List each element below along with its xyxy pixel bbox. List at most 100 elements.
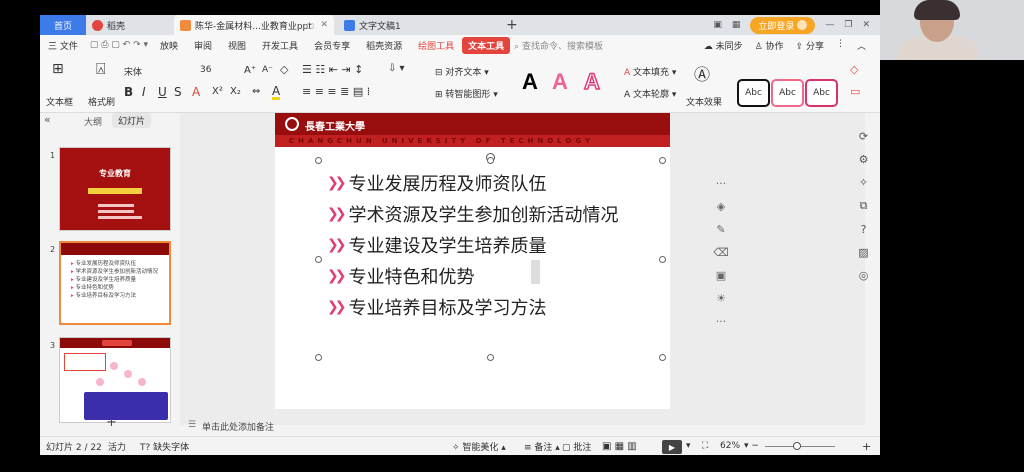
textbox-button[interactable]: 文本框 bbox=[46, 95, 73, 108]
image-icon[interactable]: ▨ bbox=[858, 246, 868, 259]
notes-toggle-button[interactable]: ≡ 备注 ▴ bbox=[524, 440, 560, 453]
settings-sliders-icon[interactable]: ⚙ bbox=[859, 153, 869, 166]
frame-icon[interactable]: ▣ bbox=[716, 269, 726, 282]
bullet-list-icon[interactable]: ☰ ☷ ⇤ ⇥ ↕ bbox=[302, 63, 363, 76]
magic-icon[interactable]: ✧ bbox=[859, 176, 868, 189]
play-options-icon[interactable]: ▾ bbox=[686, 441, 691, 451]
text-outline-button[interactable]: A 文本轮廓 ▾ bbox=[624, 87, 676, 100]
smart-beautify-button[interactable]: ✧ 智能美化 ▴ bbox=[452, 440, 506, 453]
add-slide-button[interactable]: + bbox=[106, 415, 117, 430]
location-icon[interactable]: ◎ bbox=[859, 269, 869, 282]
tab-text-document[interactable]: 文字文稿1 bbox=[338, 15, 498, 35]
menu-developer[interactable]: 开发工具 bbox=[254, 39, 306, 52]
format-painter-icon[interactable]: ⍓ bbox=[96, 59, 106, 79]
menu-slideshow[interactable]: 放映 bbox=[152, 39, 186, 52]
share-button[interactable]: ⇪ 分享 bbox=[796, 39, 824, 52]
tab-docer[interactable]: 稻壳 bbox=[86, 15, 170, 35]
search-command-input[interactable]: ⌕ 查找命令、搜索模板 bbox=[510, 39, 603, 52]
tab-ppt-document[interactable]: 陈华-金属材料...业教育业ppt ▢ ✕ bbox=[174, 15, 334, 35]
pen-icon[interactable]: ✎ bbox=[716, 223, 725, 236]
shape-fill-icon[interactable]: ◇ bbox=[850, 63, 858, 76]
clear-format-icon[interactable]: ◇ bbox=[280, 63, 288, 76]
shape-outline-icon[interactable]: ▭ bbox=[850, 85, 860, 98]
paragraph-align-icons[interactable]: ≡ ≡ ≡ ≣ ▤ ⁞ bbox=[302, 85, 370, 98]
text-style-pink[interactable]: A bbox=[552, 69, 568, 95]
file-menu[interactable]: 三 文件 bbox=[40, 39, 86, 52]
tab-outline[interactable]: 大纲 bbox=[84, 115, 102, 128]
layout-icon[interactable]: ▣ bbox=[713, 20, 722, 30]
text-fill-button[interactable]: A 文本填充 ▾ bbox=[624, 65, 676, 78]
comments-button[interactable]: ▢ 批注 bbox=[562, 440, 591, 453]
collab-button[interactable]: ♙ 协作 bbox=[755, 39, 784, 52]
zoom-in-icon[interactable]: + bbox=[862, 440, 871, 453]
zoom-slider-knob[interactable] bbox=[792, 442, 801, 450]
more-dots-icon[interactable]: ··· bbox=[716, 177, 727, 190]
menu-view[interactable]: 视图 bbox=[220, 39, 254, 52]
lightbulb-icon[interactable]: ☀ bbox=[716, 292, 726, 305]
play-slideshow-button[interactable]: ▶ bbox=[662, 440, 682, 454]
current-slide[interactable]: 長春工業大學 CHANGCHUN UNIVERSITY OF TECHNOLOG… bbox=[275, 113, 670, 409]
highlight-button[interactable]: A bbox=[272, 85, 281, 100]
slide-thumbnail-1[interactable]: 专业教育 bbox=[59, 147, 171, 231]
zoom-level[interactable]: 62% bbox=[720, 441, 740, 451]
layers-icon[interactable]: ◈ bbox=[717, 200, 725, 213]
login-button[interactable]: 立即登录 bbox=[750, 16, 816, 34]
bullet-item[interactable]: ❯❯ 学术资源及学生参加创新活动情况 bbox=[327, 201, 618, 227]
font-grow-button[interactable]: A⁺ bbox=[244, 65, 256, 76]
eraser-icon[interactable]: ⌫ bbox=[713, 246, 729, 259]
menu-text-tool[interactable]: 文本工具 bbox=[462, 36, 511, 54]
more-icon[interactable]: ⋮ bbox=[836, 39, 845, 52]
menu-review[interactable]: 审阅 bbox=[186, 39, 220, 52]
grid-icon[interactable]: ▦ bbox=[732, 20, 741, 30]
menu-drawing-tool[interactable]: 绘图工具 bbox=[410, 39, 462, 52]
copy-icon[interactable]: ⧉ bbox=[860, 199, 868, 213]
property-icon[interactable]: ⟳ bbox=[859, 130, 868, 143]
shape-style-black[interactable]: Abc bbox=[737, 79, 770, 107]
pin-icon[interactable]: ▢ bbox=[306, 21, 314, 30]
new-tab-button[interactable]: + bbox=[506, 17, 518, 33]
shape-style-magenta[interactable]: Abc bbox=[805, 79, 838, 107]
tab-home[interactable]: 首页 bbox=[40, 15, 86, 35]
text-effect-icon[interactable]: Ⓐ bbox=[694, 61, 710, 85]
text-style-outline[interactable]: A bbox=[583, 68, 600, 95]
convert-smartart-button[interactable]: ⊞ 转智能图形 ▾ bbox=[435, 87, 498, 100]
restore-icon[interactable]: ❐ bbox=[844, 20, 852, 30]
strike-button[interactable]: S bbox=[174, 85, 182, 99]
format-painter-button[interactable]: 格式刷 bbox=[88, 95, 115, 108]
font-color-button[interactable]: A bbox=[192, 85, 200, 99]
font-shrink-button[interactable]: A⁻ bbox=[262, 65, 273, 75]
shape-style-pink[interactable]: Abc bbox=[771, 79, 804, 107]
bold-button[interactable]: B bbox=[124, 85, 133, 99]
text-direction-icon[interactable]: ⇩ ▾ bbox=[388, 63, 405, 74]
font-name-select[interactable]: 宋体 bbox=[124, 65, 142, 78]
view-mode-icons[interactable]: ▣ ▦ ▥ bbox=[602, 441, 637, 452]
theme-name[interactable]: 活力 bbox=[108, 440, 126, 453]
menu-member[interactable]: 会员专享 bbox=[306, 39, 358, 52]
align-text-button[interactable]: ⊟ 对齐文本 ▾ bbox=[435, 65, 489, 78]
slide-canvas[interactable]: 長春工業大學 CHANGCHUN UNIVERSITY OF TECHNOLOG… bbox=[180, 113, 865, 425]
char-spacing-icon[interactable]: ⇔ bbox=[252, 86, 260, 97]
close-tab-icon[interactable]: ✕ bbox=[320, 20, 328, 30]
notes-area[interactable]: ☰ 单击此处添加备注 bbox=[180, 419, 865, 433]
more-dots-icon[interactable]: ··· bbox=[716, 315, 727, 328]
close-window-icon[interactable]: ✕ bbox=[862, 20, 870, 30]
tab-slides[interactable]: 幻灯片 bbox=[112, 113, 152, 128]
content-textbox[interactable]: ❯❯ 专业发展历程及师资队伍 ❯❯ 学术资源及学生参加创新活动情况 ❯❯ 专业建设及学… bbox=[318, 159, 664, 357]
missing-font-button[interactable]: T? 缺失字体 bbox=[140, 440, 189, 453]
collapse-pane-icon[interactable]: « bbox=[44, 113, 51, 126]
bullet-item[interactable]: ❯❯ 专业建设及学生培养质量 bbox=[327, 232, 546, 258]
help-icon[interactable]: ? bbox=[861, 223, 867, 236]
superscript-button[interactable]: X² bbox=[212, 86, 223, 97]
bullet-item[interactable]: ❯❯ 专业培养目标及学习方法 bbox=[327, 294, 546, 320]
zoom-out-icon[interactable]: ▾ − bbox=[744, 441, 759, 451]
fit-window-icon[interactable]: ⛶ bbox=[702, 441, 708, 451]
collapse-ribbon-icon[interactable]: ︿ bbox=[857, 39, 866, 52]
underline-button[interactable]: U bbox=[158, 85, 167, 99]
text-effect-button[interactable]: 文本效果 bbox=[686, 95, 722, 108]
minimize-icon[interactable]: — bbox=[825, 20, 834, 30]
textbox-icon[interactable]: ⊞ bbox=[52, 61, 64, 77]
subscript-button[interactable]: X₂ bbox=[230, 86, 241, 97]
text-style-black[interactable]: A bbox=[522, 69, 538, 95]
bullet-item[interactable]: ❯❯ 专业特色和优势 bbox=[327, 263, 474, 289]
slide-thumbnail-3[interactable] bbox=[59, 337, 171, 423]
